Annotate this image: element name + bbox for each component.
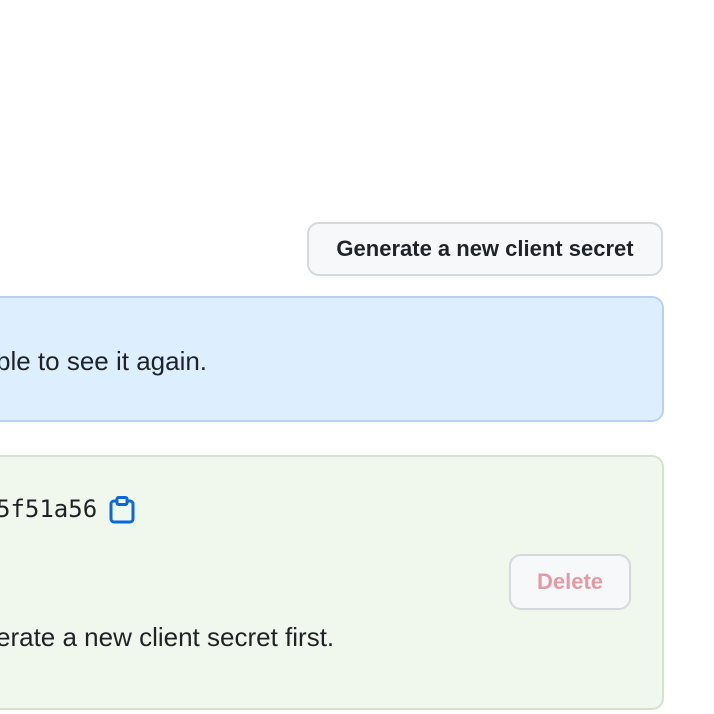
client-secrets-page: Generate a new client secret ble to see … — [0, 0, 714, 714]
clipboard-icon-glyph — [109, 496, 135, 524]
delete-disabled-note: erate a new client secret first. — [0, 622, 335, 652]
clipboard-icon[interactable] — [109, 496, 135, 524]
generate-client-secret-button[interactable]: Generate a new client secret — [307, 222, 663, 276]
delete-secret-button[interactable]: Delete — [509, 554, 631, 610]
client-secret-value: 5f51a56 — [0, 495, 98, 523]
info-flash-message: ble to see it again. — [0, 346, 208, 376]
